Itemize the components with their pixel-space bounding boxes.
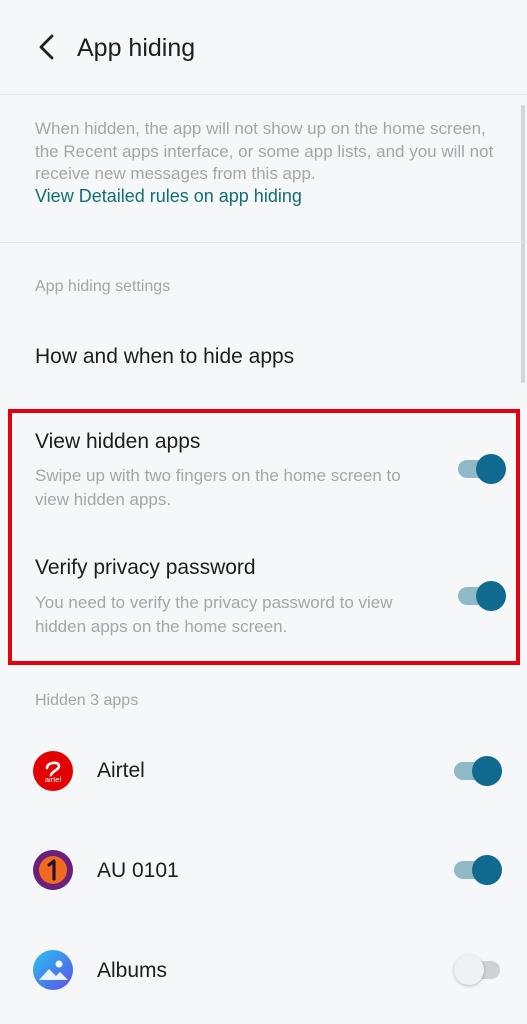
toggle-thumb <box>472 756 502 786</box>
header: App hiding <box>0 0 527 95</box>
divider <box>0 242 527 243</box>
app-name-albums: Albums <box>97 959 168 982</box>
toggle-thumb <box>476 454 506 484</box>
au-0101-icon <box>33 850 73 890</box>
albums-hide-toggle[interactable] <box>454 955 502 985</box>
app-hiding-screen: App hiding When hidden, the app will not… <box>0 0 527 1024</box>
au-0101-hide-toggle[interactable] <box>454 855 502 885</box>
airtel-icon: airtel <box>33 751 73 791</box>
app-name-au-0101: AU 0101 <box>97 859 179 882</box>
toggle-thumb <box>472 855 502 885</box>
view-hidden-apps-toggle[interactable] <box>458 454 506 484</box>
chevron-left-icon <box>39 34 54 60</box>
airtel-hide-toggle[interactable] <box>454 756 502 786</box>
view-hidden-apps-subtitle: Swipe up with two fingers on the home sc… <box>35 466 401 509</box>
app-name-airtel: Airtel <box>97 759 145 782</box>
toggle-thumb <box>454 955 484 985</box>
back-button[interactable] <box>30 30 64 64</box>
airtel-icon-text: airtel <box>45 775 62 784</box>
toggle-thumb <box>476 581 506 611</box>
detailed-rules-link[interactable]: View Detailed rules on app hiding <box>35 184 302 208</box>
settings-section-label: App hiding settings <box>35 278 171 295</box>
intro-description: When hidden, the app will not show up on… <box>35 119 494 183</box>
albums-icon <box>33 950 73 990</box>
scrollbar[interactable] <box>521 105 525 383</box>
verify-privacy-password-title: Verify privacy password <box>35 556 256 579</box>
view-hidden-apps-title: View hidden apps <box>35 430 201 453</box>
hidden-apps-section-label: Hidden 3 apps <box>35 692 139 709</box>
how-when-hide-apps-item[interactable]: How and when to hide apps <box>35 344 294 370</box>
verify-privacy-password-toggle[interactable] <box>458 581 506 611</box>
page-title: App hiding <box>77 34 196 62</box>
verify-privacy-password-subtitle: You need to verify the privacy password … <box>35 593 393 636</box>
